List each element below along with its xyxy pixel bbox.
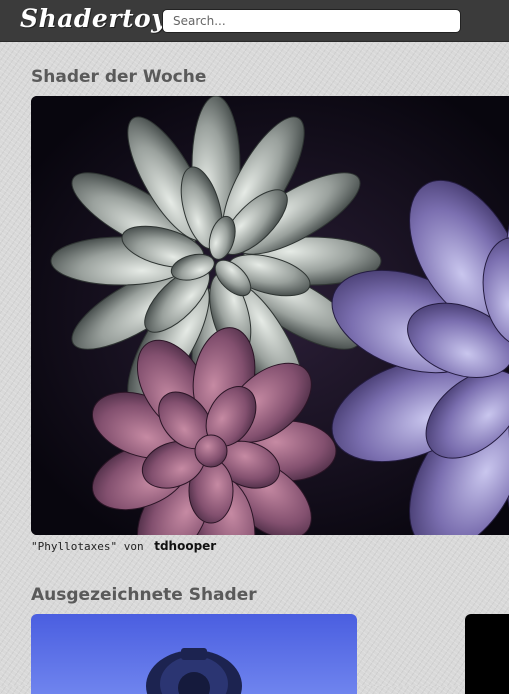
author-link[interactable]: tdhooper	[154, 539, 216, 553]
by-label: von	[123, 540, 144, 553]
shader-of-week-preview[interactable]	[31, 96, 509, 535]
shader-caption: "Phyllotaxes" von tdhooper	[31, 539, 216, 553]
featured-shader-thumbnail-2[interactable]	[465, 614, 509, 694]
shader-of-week-title: Shader der Woche	[31, 67, 207, 87]
featured-shaders-title: Ausgezeichnete Shader	[31, 585, 257, 605]
shader-name: "Phyllotaxes"	[31, 540, 118, 553]
featured-shader-preview-image	[146, 648, 242, 694]
top-bar: Shadertoy	[0, 0, 509, 42]
search-input[interactable]	[162, 9, 461, 33]
featured-shader-thumbnail[interactable]	[31, 614, 357, 694]
succulent-render-image	[31, 96, 509, 535]
shadertoy-logo[interactable]: Shadertoy	[20, 4, 166, 33]
